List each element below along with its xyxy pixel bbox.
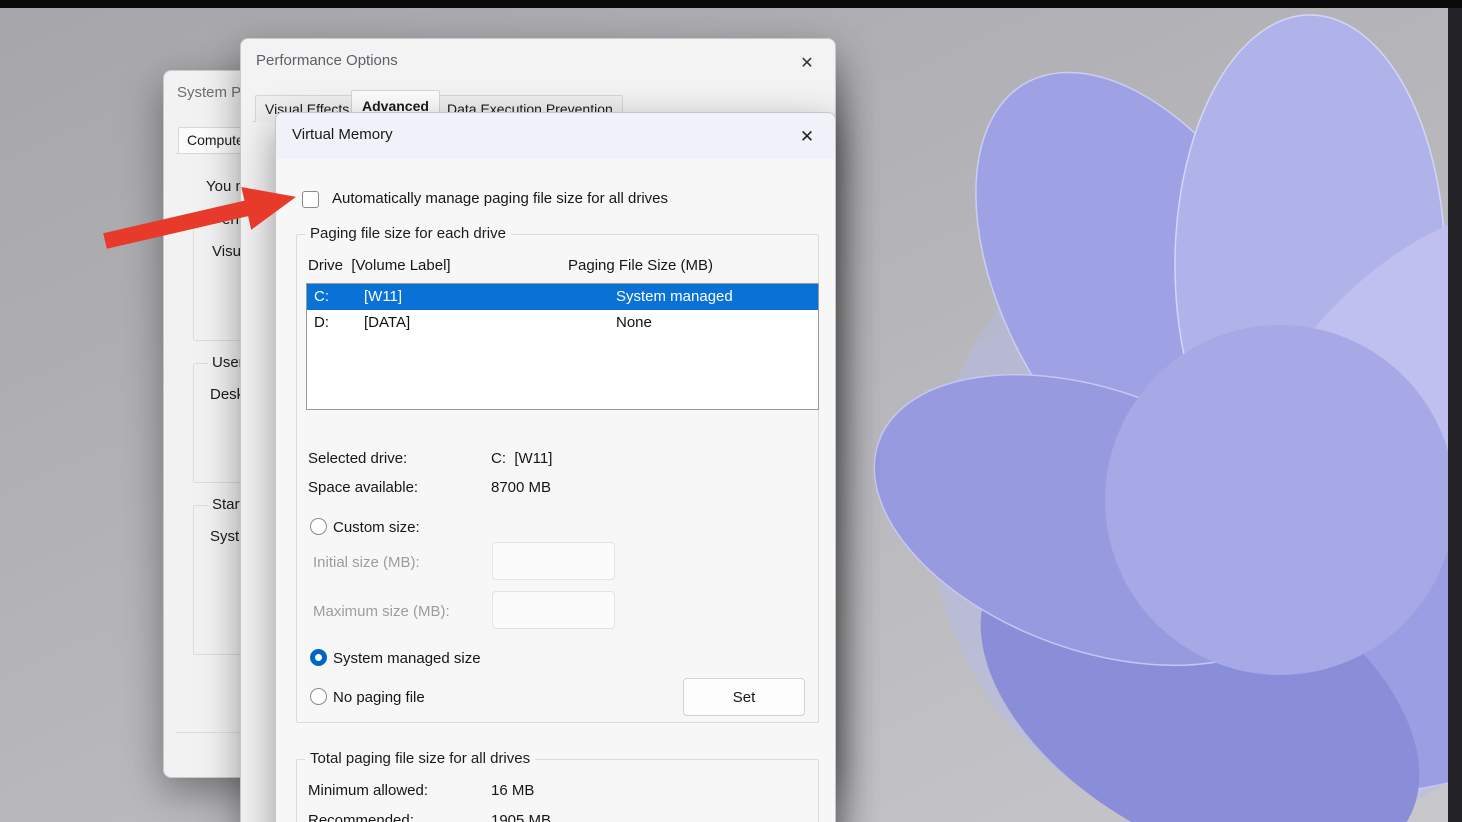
system-properties-title: System P bbox=[177, 84, 241, 101]
drive-list-row-d[interactable]: D: [DATA] None bbox=[307, 310, 818, 336]
size-cell: None bbox=[616, 314, 652, 331]
close-button[interactable]: ✕ bbox=[793, 49, 821, 77]
drive-list: C: [W11] System managed D: [DATA] None bbox=[306, 283, 819, 410]
performance-options-title: Performance Options bbox=[256, 52, 398, 69]
desktop: System P Compute You m Perfo Visu User D… bbox=[0, 0, 1462, 822]
virtual-memory-titlebar: Virtual Memory ✕ bbox=[276, 113, 835, 159]
recommended-value: 1905 MB bbox=[491, 812, 551, 822]
no-paging-file-radio[interactable] bbox=[310, 688, 327, 705]
minimum-allowed-label: Minimum allowed: bbox=[308, 782, 428, 799]
space-available-label: Space available: bbox=[308, 479, 418, 496]
auto-manage-checkbox-label: Automatically manage paging file size fo… bbox=[332, 190, 668, 207]
system-managed-label: System managed size bbox=[333, 650, 481, 667]
total-paging-group: Total paging file size for all drives Mi… bbox=[296, 759, 819, 822]
system-managed-radio[interactable] bbox=[310, 649, 327, 666]
column-header-size: Paging File Size (MB) bbox=[568, 257, 713, 274]
paging-file-group-label: Paging file size for each drive bbox=[305, 225, 511, 242]
space-available-value: 8700 MB bbox=[491, 479, 551, 496]
selected-drive-value: C: [W11] bbox=[491, 450, 552, 467]
no-paging-file-label: No paging file bbox=[333, 689, 425, 706]
drive-list-row-c[interactable]: C: [W11] System managed bbox=[307, 284, 818, 310]
custom-size-radio[interactable] bbox=[310, 518, 327, 535]
size-cell: System managed bbox=[616, 288, 733, 305]
initial-size-input bbox=[492, 542, 615, 580]
total-paging-group-label: Total paging file size for all drives bbox=[305, 750, 535, 767]
maximum-size-input bbox=[492, 591, 615, 629]
initial-size-label: Initial size (MB): bbox=[313, 554, 420, 571]
system-startup-text: Syst bbox=[210, 528, 239, 545]
minimum-allowed-value: 16 MB bbox=[491, 782, 534, 799]
close-button[interactable]: ✕ bbox=[793, 123, 821, 151]
paging-file-group: Paging file size for each drive Drive [V… bbox=[296, 234, 819, 723]
virtual-memory-dialog: Virtual Memory ✕ Automatically manage pa… bbox=[275, 112, 836, 822]
column-header-drive: Drive [Volume Label] bbox=[308, 257, 451, 274]
drive-cell: C: bbox=[314, 288, 329, 305]
screen-frame-right bbox=[1448, 8, 1462, 822]
red-arrow-annotation bbox=[95, 160, 325, 280]
drive-cell: D: bbox=[314, 314, 329, 331]
volume-cell: [W11] bbox=[364, 288, 402, 305]
screen-frame-top bbox=[0, 0, 1462, 8]
virtual-memory-title: Virtual Memory bbox=[292, 126, 393, 143]
volume-cell: [DATA] bbox=[364, 314, 410, 331]
custom-size-label: Custom size: bbox=[333, 519, 420, 536]
selected-drive-label: Selected drive: bbox=[308, 450, 407, 467]
set-button[interactable]: Set bbox=[683, 678, 805, 716]
maximum-size-label: Maximum size (MB): bbox=[313, 603, 450, 620]
close-icon: ✕ bbox=[800, 53, 813, 73]
recommended-label: Recommended: bbox=[308, 812, 414, 822]
close-icon: ✕ bbox=[800, 127, 814, 147]
